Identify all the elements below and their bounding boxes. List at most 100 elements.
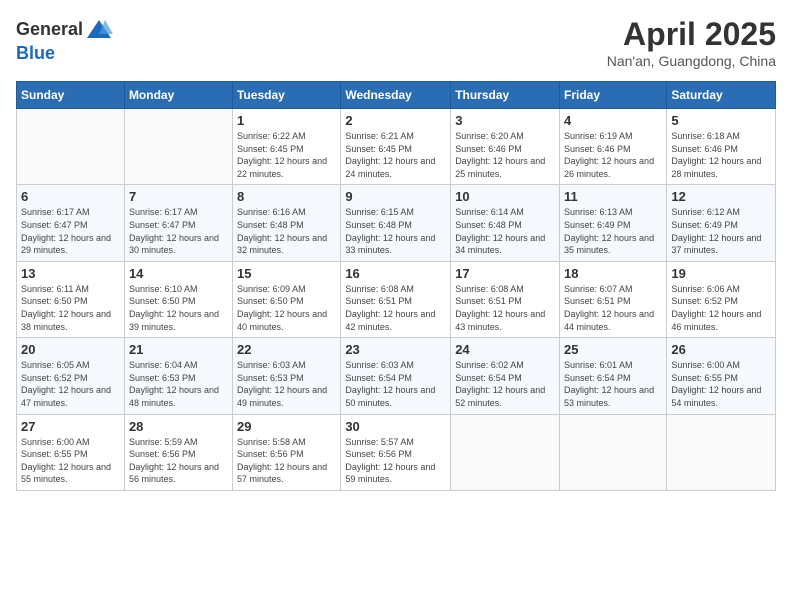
title-month: April 2025 (607, 16, 776, 53)
day-info: Sunrise: 6:10 AMSunset: 6:50 PMDaylight:… (129, 283, 228, 333)
day-number: 19 (671, 266, 771, 281)
day-number: 20 (21, 342, 120, 357)
day-number: 26 (671, 342, 771, 357)
day-header-monday: Monday (124, 82, 232, 109)
day-number: 4 (564, 113, 662, 128)
calendar-cell: 17 Sunrise: 6:08 AMSunset: 6:51 PMDayligh… (451, 261, 560, 337)
day-number: 8 (237, 189, 336, 204)
calendar-cell: 5 Sunrise: 6:18 AMSunset: 6:46 PMDaylight… (667, 109, 776, 185)
calendar-cell: 1 Sunrise: 6:22 AMSunset: 6:45 PMDaylight… (233, 109, 341, 185)
calendar-cell: 30Sunrise: 5:57 AMSunset: 6:56 PMDayligh… (341, 414, 451, 490)
day-number: 17 (455, 266, 555, 281)
day-info: Sunrise: 6:14 AMSunset: 6:48 PMDaylight:… (455, 206, 555, 256)
day-number: 2 (345, 113, 446, 128)
day-number: 12 (671, 189, 771, 204)
day-info: Sunrise: 5:58 AMSunset: 6:56 PMDaylight:… (237, 436, 336, 486)
title-location: Nan'an, Guangdong, China (607, 53, 776, 69)
calendar-cell: 27 Sunrise: 6:00 AMSunset: 6:55 PMDayligh… (17, 414, 125, 490)
calendar-cell (451, 414, 560, 490)
day-info: Sunrise: 6:01 AMSunset: 6:54 PMDaylight:… (564, 359, 662, 409)
day-number: 14 (129, 266, 228, 281)
logo: General Blue (16, 16, 113, 64)
day-number: 7 (129, 189, 228, 204)
day-number: 21 (129, 342, 228, 357)
calendar-cell: 23 Sunrise: 6:03 AMSunset: 6:54 PMDayligh… (341, 338, 451, 414)
page: General Blue April 2025 Nan'an, Guangdon… (0, 0, 792, 612)
header: General Blue April 2025 Nan'an, Guangdon… (16, 16, 776, 69)
calendar-cell: 7 Sunrise: 6:17 AMSunset: 6:47 PMDaylight… (124, 185, 232, 261)
calendar-cell: 16 Sunrise: 6:08 AMSunset: 6:51 PMDayligh… (341, 261, 451, 337)
calendar-cell: 9 Sunrise: 6:15 AMSunset: 6:48 PMDaylight… (341, 185, 451, 261)
day-number: 23 (345, 342, 446, 357)
calendar-cell: 20 Sunrise: 6:05 AMSunset: 6:52 PMDayligh… (17, 338, 125, 414)
day-info: Sunrise: 6:00 AMSunset: 6:55 PMDaylight:… (21, 436, 120, 486)
day-info: Sunrise: 6:22 AMSunset: 6:45 PMDaylight:… (237, 130, 336, 180)
day-number: 9 (345, 189, 446, 204)
day-number: 1 (237, 113, 336, 128)
day-number: 11 (564, 189, 662, 204)
calendar-cell: 19 Sunrise: 6:06 AMSunset: 6:52 PMDayligh… (667, 261, 776, 337)
day-info: Sunrise: 6:17 AMSunset: 6:47 PMDaylight:… (129, 206, 228, 256)
day-info: Sunrise: 6:06 AMSunset: 6:52 PMDaylight:… (671, 283, 771, 333)
calendar-cell: 22Sunrise: 6:03 AMSunset: 6:53 PMDayligh… (233, 338, 341, 414)
day-info: Sunrise: 6:04 AMSunset: 6:53 PMDaylight:… (129, 359, 228, 409)
day-number: 10 (455, 189, 555, 204)
day-number: 30 (345, 419, 446, 434)
day-info: Sunrise: 6:08 AMSunset: 6:51 PMDaylight:… (455, 283, 555, 333)
calendar-cell: 26Sunrise: 6:00 AMSunset: 6:55 PMDayligh… (667, 338, 776, 414)
calendar-cell: 14 Sunrise: 6:10 AMSunset: 6:50 PMDayligh… (124, 261, 232, 337)
calendar-cell: 8Sunrise: 6:16 AMSunset: 6:48 PMDaylight… (233, 185, 341, 261)
calendar-cell: 2 Sunrise: 6:21 AMSunset: 6:45 PMDaylight… (341, 109, 451, 185)
day-number: 6 (21, 189, 120, 204)
day-info: Sunrise: 6:12 AMSunset: 6:49 PMDaylight:… (671, 206, 771, 256)
day-info: Sunrise: 6:18 AMSunset: 6:46 PMDaylight:… (671, 130, 771, 180)
day-info: Sunrise: 6:20 AMSunset: 6:46 PMDaylight:… (455, 130, 555, 180)
day-number: 18 (564, 266, 662, 281)
day-number: 16 (345, 266, 446, 281)
day-header-friday: Friday (560, 82, 667, 109)
day-info: Sunrise: 6:21 AMSunset: 6:45 PMDaylight:… (345, 130, 446, 180)
day-info: Sunrise: 6:05 AMSunset: 6:52 PMDaylight:… (21, 359, 120, 409)
day-number: 3 (455, 113, 555, 128)
calendar-week-row: 13 Sunrise: 6:11 AMSunset: 6:50 PMDayligh… (17, 261, 776, 337)
day-number: 27 (21, 419, 120, 434)
day-header-saturday: Saturday (667, 82, 776, 109)
calendar-cell: 12 Sunrise: 6:12 AMSunset: 6:49 PMDayligh… (667, 185, 776, 261)
calendar-cell: 28Sunrise: 5:59 AMSunset: 6:56 PMDayligh… (124, 414, 232, 490)
calendar-cell: 13 Sunrise: 6:11 AMSunset: 6:50 PMDayligh… (17, 261, 125, 337)
calendar-cell: 4Sunrise: 6:19 AMSunset: 6:46 PMDaylight… (560, 109, 667, 185)
calendar-cell: 24Sunrise: 6:02 AMSunset: 6:54 PMDayligh… (451, 338, 560, 414)
calendar-week-row: 1 Sunrise: 6:22 AMSunset: 6:45 PMDaylight… (17, 109, 776, 185)
day-number: 13 (21, 266, 120, 281)
day-info: Sunrise: 5:59 AMSunset: 6:56 PMDaylight:… (129, 436, 228, 486)
day-info: Sunrise: 6:08 AMSunset: 6:51 PMDaylight:… (345, 283, 446, 333)
day-info: Sunrise: 6:15 AMSunset: 6:48 PMDaylight:… (345, 206, 446, 256)
day-number: 15 (237, 266, 336, 281)
calendar-cell (667, 414, 776, 490)
calendar-cell (124, 109, 232, 185)
day-header-tuesday: Tuesday (233, 82, 341, 109)
day-info: Sunrise: 6:03 AMSunset: 6:53 PMDaylight:… (237, 359, 336, 409)
calendar-cell: 10 Sunrise: 6:14 AMSunset: 6:48 PMDayligh… (451, 185, 560, 261)
day-header-thursday: Thursday (451, 82, 560, 109)
calendar-header-row: SundayMondayTuesdayWednesdayThursdayFrid… (17, 82, 776, 109)
day-number: 24 (455, 342, 555, 357)
logo-general: General (16, 19, 83, 39)
title-block: April 2025 Nan'an, Guangdong, China (607, 16, 776, 69)
calendar-cell: 15Sunrise: 6:09 AMSunset: 6:50 PMDayligh… (233, 261, 341, 337)
day-info: Sunrise: 6:13 AMSunset: 6:49 PMDaylight:… (564, 206, 662, 256)
logo-icon (85, 16, 113, 44)
logo-blue: Blue (16, 43, 55, 63)
day-info: Sunrise: 6:07 AMSunset: 6:51 PMDaylight:… (564, 283, 662, 333)
day-info: Sunrise: 6:17 AMSunset: 6:47 PMDaylight:… (21, 206, 120, 256)
calendar-cell: 6 Sunrise: 6:17 AMSunset: 6:47 PMDaylight… (17, 185, 125, 261)
calendar-cell: 18 Sunrise: 6:07 AMSunset: 6:51 PMDayligh… (560, 261, 667, 337)
day-number: 29 (237, 419, 336, 434)
calendar-cell (17, 109, 125, 185)
day-header-wednesday: Wednesday (341, 82, 451, 109)
day-info: Sunrise: 6:11 AMSunset: 6:50 PMDaylight:… (21, 283, 120, 333)
day-info: Sunrise: 6:03 AMSunset: 6:54 PMDaylight:… (345, 359, 446, 409)
day-header-sunday: Sunday (17, 82, 125, 109)
day-number: 5 (671, 113, 771, 128)
calendar-cell (560, 414, 667, 490)
